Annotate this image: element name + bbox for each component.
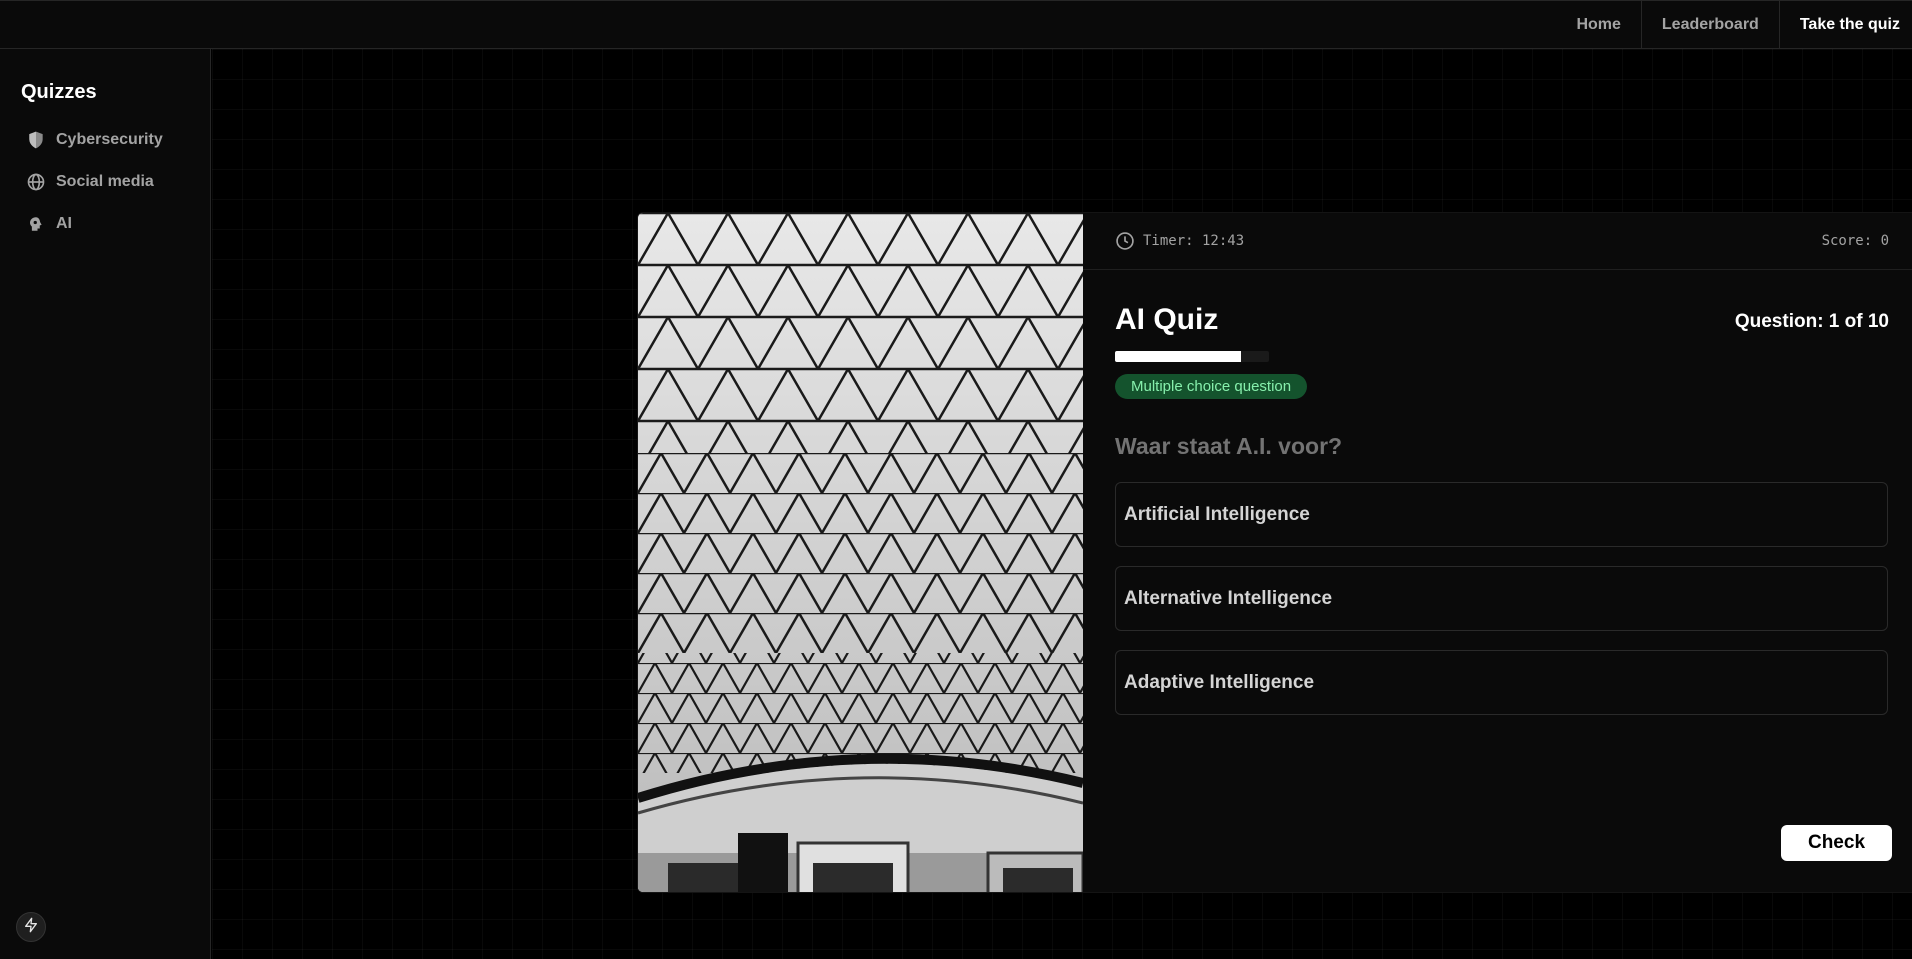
sidebar-item-social-media[interactable]: Social media bbox=[25, 161, 163, 203]
bolt-icon bbox=[23, 917, 39, 938]
sidebar-item-cybersecurity[interactable]: Cybersecurity bbox=[25, 119, 163, 161]
answer-option[interactable]: Adaptive Intelligence bbox=[1115, 650, 1888, 715]
quiz-card: Timer: 12:43 Score: 0 AI Quiz Question: … bbox=[637, 212, 1912, 893]
sidebar-list: Cybersecurity Social media AI bbox=[25, 119, 163, 245]
quiz-panel: Timer: 12:43 Score: 0 AI Quiz Question: … bbox=[1083, 213, 1912, 892]
score-label: Score: 0 bbox=[1821, 233, 1889, 249]
sidebar-item-label: AI bbox=[56, 215, 72, 232]
globe-icon bbox=[25, 171, 47, 193]
nav-leaderboard[interactable]: Leaderboard bbox=[1640, 1, 1779, 49]
question-text: Waar staat A.I. voor? bbox=[1115, 433, 1343, 459]
answer-option[interactable]: Artificial Intelligence bbox=[1115, 482, 1888, 547]
sidebar-item-ai[interactable]: AI bbox=[25, 203, 163, 245]
nav-take-quiz[interactable]: Take the quiz bbox=[1778, 1, 1912, 49]
sidebar-item-label: Social media bbox=[56, 173, 154, 190]
shield-icon bbox=[25, 129, 47, 151]
timer: Timer: 12:43 bbox=[1115, 231, 1244, 251]
sidebar-item-label: Cybersecurity bbox=[56, 131, 163, 148]
quiz-header: Timer: 12:43 Score: 0 bbox=[1083, 213, 1912, 270]
sidebar-title: Quizzes bbox=[21, 81, 97, 103]
top-bar: Home Leaderboard Take the quiz bbox=[0, 0, 1912, 49]
quiz-image bbox=[638, 213, 1083, 892]
check-button[interactable]: Check bbox=[1781, 825, 1892, 861]
question-type-badge: Multiple choice question bbox=[1115, 374, 1308, 399]
clock-icon bbox=[1115, 231, 1135, 251]
answer-list: Artificial Intelligence Alternative Inte… bbox=[1115, 482, 1888, 734]
bolt-button[interactable] bbox=[16, 912, 46, 942]
timer-label: Timer: 12:43 bbox=[1143, 233, 1245, 249]
quiz-title: AI Quiz bbox=[1115, 303, 1219, 336]
top-navigation: Home Leaderboard Take the quiz bbox=[1556, 1, 1912, 49]
brain-icon bbox=[25, 213, 47, 235]
progress-fill bbox=[1115, 351, 1242, 362]
main-content: Timer: 12:43 Score: 0 AI Quiz Question: … bbox=[212, 49, 1912, 959]
question-counter: Question: 1 of 10 bbox=[1734, 311, 1889, 332]
answer-option[interactable]: Alternative Intelligence bbox=[1115, 566, 1888, 631]
nav-home[interactable]: Home bbox=[1556, 1, 1640, 49]
progress-bar bbox=[1115, 351, 1269, 362]
glass-roof-photo bbox=[638, 213, 1083, 892]
sidebar: Quizzes Cybersecurity Social media AI bbox=[0, 49, 211, 959]
